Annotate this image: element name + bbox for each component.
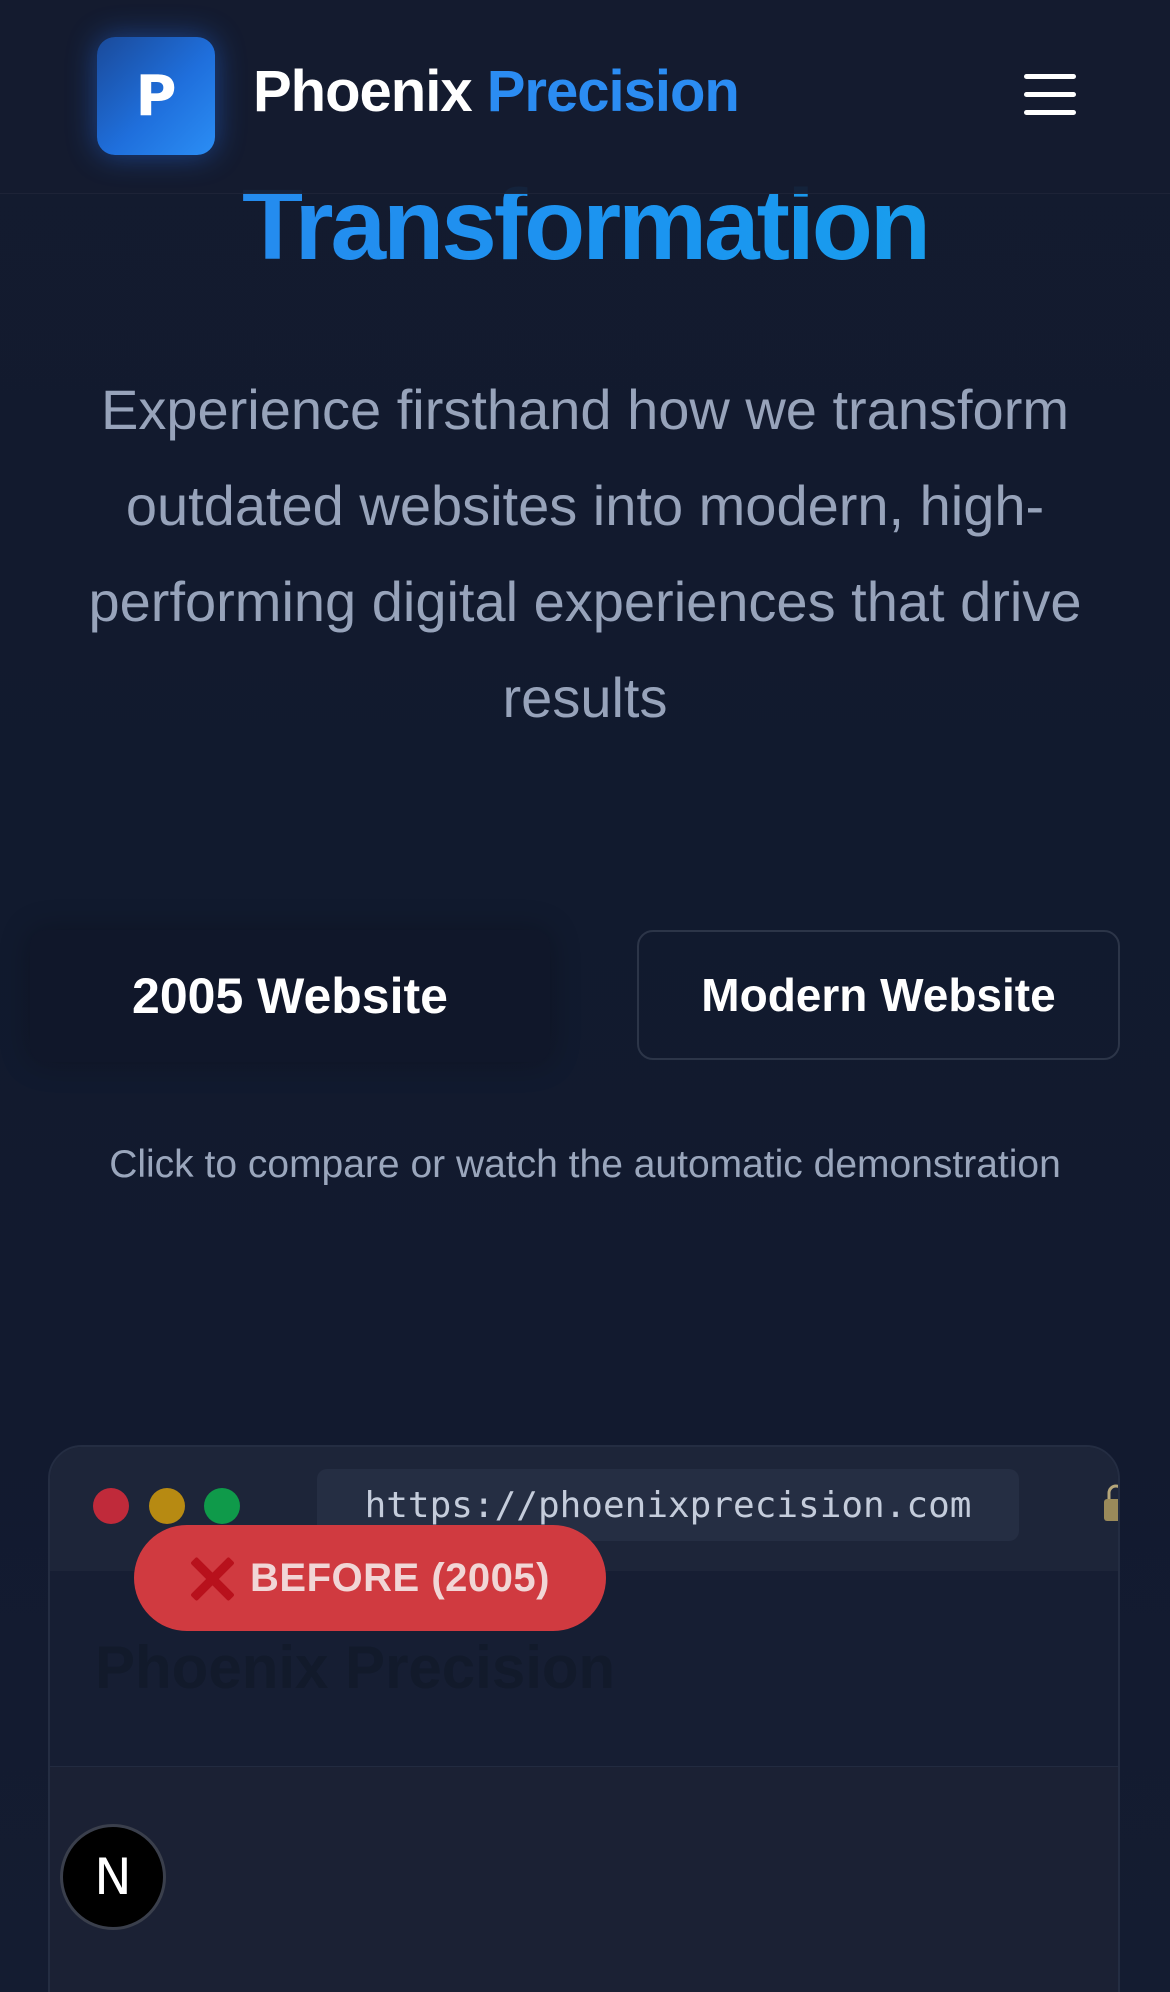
brand-accent-text: Precision — [486, 59, 740, 124]
brand-name[interactable]: Phoenix Precision — [253, 58, 740, 125]
toggle-modern-website-button[interactable]: Modern Website — [637, 930, 1120, 1060]
maximize-dot-icon — [204, 1488, 240, 1524]
nextjs-logo-icon: N — [94, 1848, 132, 1906]
brand-main-text: Phoenix — [253, 59, 473, 124]
menu-line — [1024, 74, 1076, 79]
old-site-title: Phoenix Precision — [95, 1634, 616, 1701]
hamburger-menu-icon[interactable] — [1020, 70, 1080, 122]
page: Transformation P Phoenix Precision Exper… — [0, 0, 1170, 1992]
before-badge: BEFORE (2005) — [134, 1525, 606, 1631]
menu-line — [1024, 92, 1076, 97]
old-site-body — [50, 1767, 1118, 1992]
logo-letter: P — [135, 63, 177, 129]
site-header: P Phoenix Precision — [0, 0, 1170, 194]
toggle-2005-website-button[interactable]: 2005 Website — [30, 930, 550, 1062]
close-dot-icon — [93, 1488, 129, 1524]
compare-hint: Click to compare or watch the automatic … — [109, 1143, 1061, 1186]
menu-line — [1024, 110, 1076, 115]
before-badge-label: BEFORE (2005) — [250, 1555, 550, 1600]
x-icon — [190, 1556, 234, 1600]
hero-subtitle: Experience firsthand how we transform ou… — [88, 378, 1082, 729]
nextjs-dev-badge[interactable]: N — [60, 1824, 166, 1930]
logo[interactable]: P — [97, 37, 215, 155]
minimize-dot-icon — [149, 1488, 185, 1524]
lock-icon — [1104, 1484, 1118, 1521]
